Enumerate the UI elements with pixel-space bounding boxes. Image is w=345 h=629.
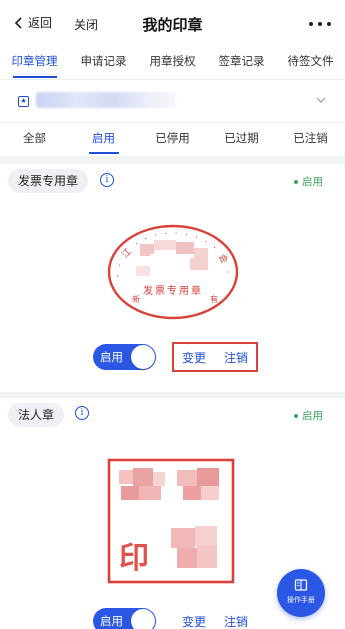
chevron-down-icon[interactable]	[315, 94, 327, 106]
seal-name-tag: 法人章	[8, 403, 65, 427]
organization-selector[interactable]: ★	[0, 80, 345, 122]
legal-person-seal-image: 印	[107, 458, 235, 584]
chevron-left-icon	[14, 16, 22, 29]
status-badge: 启用	[294, 174, 323, 189]
filter-all[interactable]: 全部	[0, 123, 69, 156]
seal-actions: 变更 注销	[182, 606, 248, 629]
enable-toggle[interactable]: 启用	[93, 344, 156, 370]
organization-icon: ★	[18, 96, 29, 107]
tab-seal-authorization[interactable]: 用章授权	[138, 48, 207, 79]
back-button[interactable]: 返回	[12, 14, 52, 31]
back-label: 返回	[28, 16, 53, 30]
info-icon[interactable]: i	[100, 173, 114, 187]
filter-disabled[interactable]: 已停用	[138, 123, 207, 156]
change-button[interactable]: 变更	[182, 349, 206, 366]
change-button[interactable]: 变更	[182, 613, 206, 629]
main-tabs: 印章管理 申请记录 用章授权 签章记录 待签文件	[0, 48, 345, 80]
tab-seal-management[interactable]: 印章管理	[0, 48, 69, 79]
tab-application-records[interactable]: 申请记录	[69, 48, 138, 79]
seal-text: 印	[119, 541, 149, 576]
tab-signing-records[interactable]: 签章记录	[207, 48, 276, 79]
seal-card: 发票专用章 i 启用 ··江·········会·· 发票专用章 新 有 启用 …	[0, 164, 345, 392]
cancel-seal-button[interactable]: 注销	[224, 613, 248, 629]
book-icon	[294, 579, 308, 591]
toggle-knob	[131, 609, 155, 629]
toggle-knob	[131, 345, 155, 369]
close-button[interactable]: 关闭	[74, 16, 98, 33]
page-title: 我的印章	[142, 16, 203, 34]
status-badge: 启用	[294, 408, 323, 423]
toggle-label: 启用	[100, 350, 123, 364]
seal-text: 发票专用章	[143, 284, 203, 297]
more-options-icon[interactable]	[309, 14, 331, 34]
operation-manual-label: 操作手册	[287, 596, 315, 604]
status-filter-tabs: 全部 启用 已停用 已过期 已注销	[0, 122, 345, 156]
seal-actions: 变更 注销	[172, 342, 259, 372]
filter-cancelled[interactable]: 已注销	[276, 123, 345, 156]
filter-expired[interactable]: 已过期	[207, 123, 276, 156]
seal-name-tag: 发票专用章	[8, 169, 89, 193]
cancel-seal-button[interactable]: 注销	[224, 349, 248, 366]
operation-manual-button[interactable]: 操作手册	[277, 569, 325, 617]
invoice-seal-image: ··江·········会·· 发票专用章 新 有	[106, 222, 239, 320]
enable-toggle[interactable]: 启用	[93, 608, 156, 629]
tab-pending-documents[interactable]: 待签文件	[276, 48, 345, 79]
svg-text:有: 有	[210, 294, 218, 304]
filter-enabled[interactable]: 启用	[69, 123, 138, 156]
svg-text:新: 新	[132, 294, 140, 304]
organization-name-redacted	[36, 92, 176, 108]
nav-bar: 返回 关闭 我的印章	[0, 0, 345, 48]
toggle-label: 启用	[100, 614, 123, 628]
info-icon[interactable]: i	[75, 406, 89, 420]
